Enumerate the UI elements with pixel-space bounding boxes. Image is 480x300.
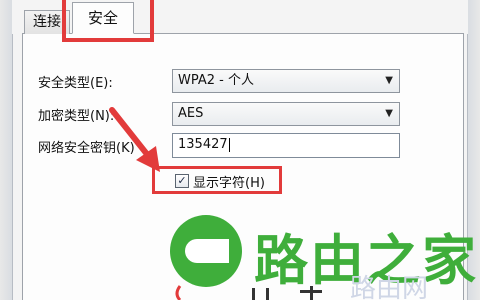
brand-logo [170, 215, 242, 287]
cropped-caption-strokes [175, 285, 322, 300]
wifi-properties-window: 连接 安全 安全类型(E): WPA2 - 个人 ▼ 加密类型(N): AES … [0, 0, 480, 300]
